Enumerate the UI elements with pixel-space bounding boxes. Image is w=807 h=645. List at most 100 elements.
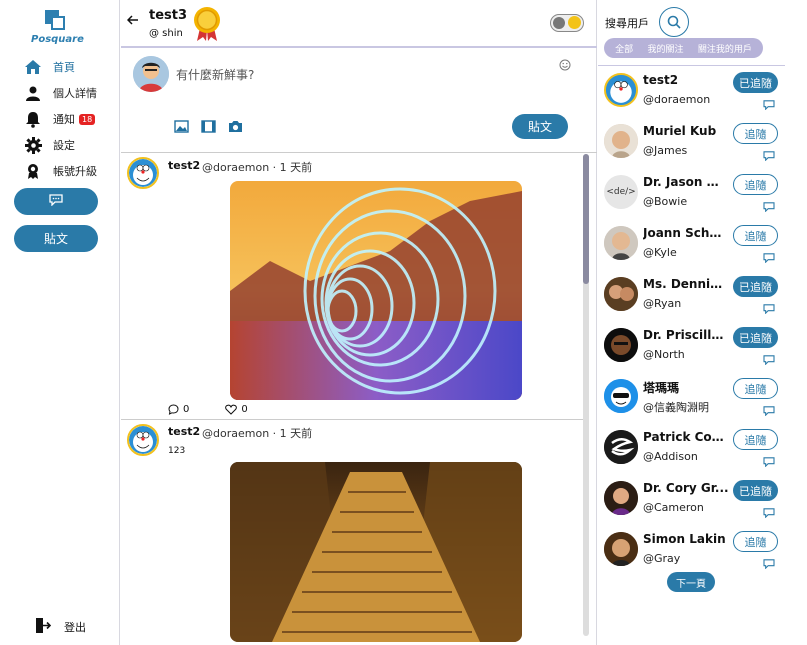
chat-bubble-icon — [49, 194, 63, 209]
message-icon[interactable] — [763, 197, 775, 216]
user-avatar — [604, 430, 638, 464]
follow-button[interactable]: 追隨 — [733, 531, 778, 552]
post-feed: test2 @doraemon · 1 天前 0 0 test2 @doraem… — [121, 154, 597, 645]
user-name: Joann Schoen — [643, 226, 729, 240]
nav-item-home[interactable]: 首頁 — [24, 54, 97, 80]
main-nav: 首頁 個人詳情 通知 18 設定 帳號升級 — [24, 54, 97, 184]
chat-button[interactable] — [14, 188, 98, 215]
back-arrow-icon[interactable] — [126, 14, 139, 29]
nav-item-settings[interactable]: 設定 — [24, 132, 97, 158]
next-page-button[interactable]: 下一頁 — [667, 572, 715, 592]
user-list-item[interactable]: Ms. Dennis ... @Ryan 已追隨 — [598, 275, 785, 323]
search-button[interactable] — [659, 7, 689, 37]
composer-avatar — [133, 56, 169, 92]
post-author-handle: @doraemon · 1 天前 — [202, 427, 313, 440]
user-list-item[interactable]: <de/> Dr. Jason M... @Bowie 追隨 — [598, 173, 785, 221]
main-column: test3 @ shin 有什麼新鮮事? 貼文 test2 @doraemon … — [121, 0, 597, 645]
comment-icon — [168, 404, 179, 415]
post-author-handle: @doraemon · 1 天前 — [202, 161, 313, 174]
message-icon[interactable] — [763, 248, 775, 267]
user-name: test2 — [643, 73, 679, 87]
scrollbar-thumb[interactable] — [583, 154, 589, 284]
follow-button[interactable]: 追隨 — [733, 378, 778, 399]
user-handle: @Ryan — [643, 297, 682, 310]
image-icon[interactable] — [174, 118, 189, 137]
user-list-item[interactable]: test2 @doraemon 已追隨 — [598, 71, 785, 119]
composer-input[interactable]: 有什麼新鮮事? — [176, 66, 254, 83]
composer-post-button[interactable]: 貼文 — [512, 114, 568, 139]
user-avatar — [604, 277, 638, 311]
like-count: 0 — [241, 404, 248, 415]
user-avatar — [604, 328, 638, 362]
post-avatar — [127, 157, 159, 189]
message-icon[interactable] — [763, 146, 775, 165]
follow-button[interactable]: 追隨 — [733, 429, 778, 450]
award-icon — [24, 162, 42, 180]
follow-button[interactable]: 已追隨 — [733, 72, 778, 93]
follow-button[interactable]: 追隨 — [733, 123, 778, 144]
header-user-handle: @ shin — [149, 28, 183, 39]
post-image[interactable] — [230, 462, 522, 642]
camera-icon[interactable] — [228, 118, 243, 137]
user-list-item[interactable]: Joann Schoen @Kyle 追隨 — [598, 224, 785, 272]
message-icon[interactable] — [763, 95, 775, 114]
message-icon[interactable] — [763, 452, 775, 471]
user-list-item[interactable]: Simon Lakin @Gray 追隨 — [598, 530, 785, 578]
user-list-item[interactable]: Dr. Priscilla... @North 已追隨 — [598, 326, 785, 374]
user-avatar: <de/> — [604, 175, 638, 209]
message-icon[interactable] — [763, 299, 775, 318]
follow-button[interactable]: 已追隨 — [733, 276, 778, 297]
user-list-item[interactable]: 塔瑪瑪 @信義陶淵明 追隨 — [598, 377, 785, 425]
post-card[interactable]: test2 @doraemon · 1 天前 123 — [121, 420, 583, 645]
post-card[interactable]: test2 @doraemon · 1 天前 0 0 — [121, 154, 583, 420]
like-action[interactable]: 0 — [225, 404, 248, 415]
user-search-panel: 搜尋用戶 全部 我的關注 關注我的用戶 test2 @doraemon 已追隨 … — [598, 0, 807, 645]
sidebar-post-button[interactable]: 貼文 — [14, 225, 98, 252]
message-icon[interactable] — [763, 350, 775, 369]
tab-all[interactable]: 全部 — [615, 42, 633, 55]
user-handle: @信義陶淵明 — [643, 401, 709, 414]
feed-scrollbar[interactable] — [583, 154, 589, 636]
tab-following[interactable]: 我的關注 — [647, 42, 683, 55]
message-icon[interactable] — [763, 503, 775, 522]
post-actions: 0 0 — [168, 404, 248, 415]
user-list-item[interactable]: Muriel Kub @James 追隨 — [598, 122, 785, 170]
user-handle: @James — [643, 144, 688, 157]
follow-button[interactable]: 追隨 — [733, 225, 778, 246]
message-icon[interactable] — [763, 554, 775, 573]
user-handle: @Kyle — [643, 246, 677, 259]
home-icon — [24, 58, 42, 76]
nav-item-profile[interactable]: 個人詳情 — [24, 80, 97, 106]
user-name: 塔瑪瑪 — [643, 381, 680, 395]
message-icon[interactable] — [763, 401, 775, 420]
logo[interactable]: Posquare — [31, 10, 84, 45]
user-avatar — [604, 532, 638, 566]
comment-action[interactable]: 0 — [168, 404, 189, 415]
user-handle: @Cameron — [643, 501, 704, 514]
user-list-item[interactable]: Dr. Cory Gr... @Cameron 已追隨 — [598, 479, 785, 527]
tab-followers[interactable]: 關注我的用戶 — [698, 42, 752, 55]
nav-item-upgrade[interactable]: 帳號升級 — [24, 158, 97, 184]
post-author-name[interactable]: test2 — [168, 425, 200, 438]
nav-label-profile: 個人詳情 — [53, 87, 97, 100]
post-image[interactable] — [230, 181, 522, 400]
follow-button[interactable]: 已追隨 — [733, 327, 778, 348]
user-name: Dr. Jason M... — [643, 175, 729, 189]
user-name: Muriel Kub — [643, 124, 717, 138]
emoji-icon[interactable] — [559, 59, 571, 74]
video-icon[interactable] — [201, 118, 216, 137]
post-author-name[interactable]: test2 — [168, 159, 200, 172]
post-composer: 有什麼新鮮事? 貼文 — [121, 50, 597, 153]
nav-label-notifications: 通知 — [53, 113, 75, 126]
nav-item-notifications[interactable]: 通知 18 — [24, 106, 97, 132]
user-list-item[interactable]: Patrick Con... @Addison 追隨 — [598, 428, 785, 476]
follow-button[interactable]: 已追隨 — [733, 480, 778, 501]
logout-button[interactable]: 登出 — [34, 617, 86, 637]
follow-button[interactable]: 追隨 — [733, 174, 778, 195]
user-avatar — [604, 379, 638, 413]
left-sidebar: Posquare 首頁 個人詳情 通知 18 設定 帳號升級 貼文 登出 — [0, 0, 120, 645]
theme-toggle[interactable] — [550, 14, 584, 32]
sun-icon — [568, 16, 581, 29]
user-filter-tabs: 全部 我的關注 關注我的用戶 — [604, 38, 763, 58]
nav-label-home: 首頁 — [53, 61, 75, 74]
